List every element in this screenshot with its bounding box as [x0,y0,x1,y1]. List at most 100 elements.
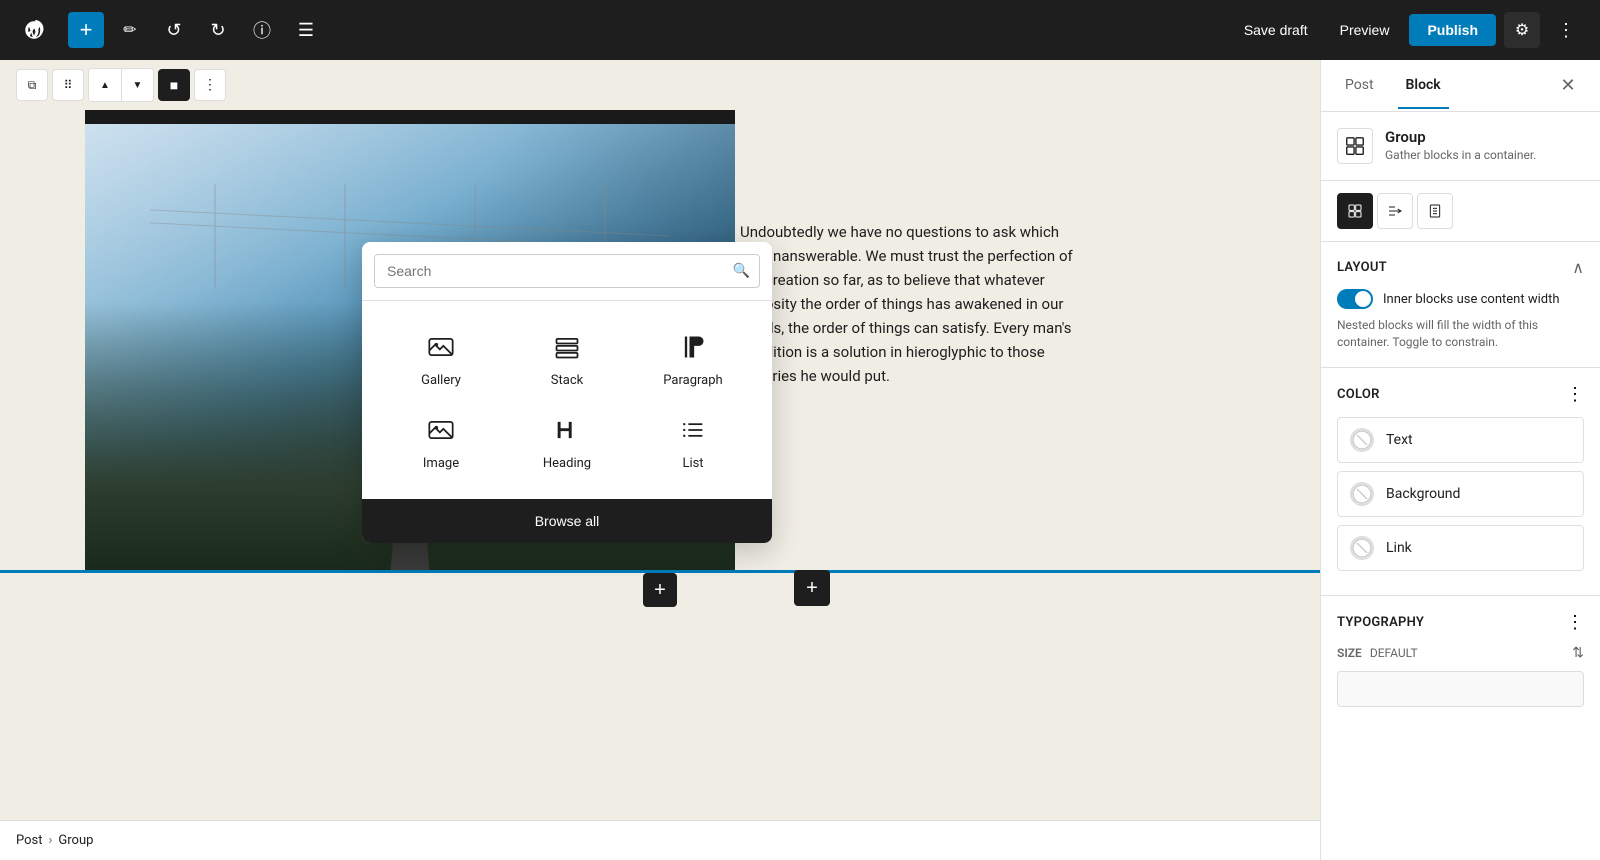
size-slider-icon[interactable]: ⇅ [1572,645,1584,661]
color-section-header: Color ⋮ [1337,384,1584,405]
color-section-title: Color [1337,387,1380,402]
panel-action-group-button[interactable] [1337,193,1373,229]
search-icon: 🔍 [733,263,750,279]
block-search-input[interactable] [374,254,760,288]
browse-all-button[interactable]: Browse all [362,499,772,543]
heading-icon [549,412,585,448]
image-icon [423,412,459,448]
inserter-item-gallery[interactable]: Gallery [378,317,504,400]
bg-swatch-icon [1352,484,1372,504]
publish-button[interactable]: Publish [1409,14,1496,46]
list-view-button[interactable]: ☰ [288,12,324,48]
inserter-item-list[interactable]: List [630,400,756,483]
block-toolbar: ⧉ ⠿ ▲ ▼ ■ ⋮ [0,60,1320,110]
layout-toggle-row: Inner blocks use content width [1337,289,1584,309]
panel-action-constrain-button[interactable] [1417,193,1453,229]
gallery-label: Gallery [421,373,461,388]
inserter-item-stack[interactable]: Stack [504,317,630,400]
panel-action-justify-button[interactable] [1377,193,1413,229]
layout-toggle-label: Inner blocks use content width [1383,292,1560,307]
redo-button[interactable]: ↻ [200,12,236,48]
list-label: List [682,456,703,471]
panel-block-name: Group [1385,128,1536,146]
panel-tabs: Post Block ✕ [1321,60,1600,112]
add-block-corner-button[interactable]: + [794,570,830,606]
main-toolbar: + ✏ ↺ ↻ ⓘ ☰ Save draft Preview Publish ⚙… [0,0,1600,60]
toolbar-right: Save draft Preview Publish ⚙ ⋮ [1232,12,1584,48]
size-label: SIZE [1337,646,1362,660]
typography-section-title: Typography [1337,615,1424,630]
inserter-item-image[interactable]: Image [378,400,504,483]
panel-block-desc: Gather blocks in a container. [1385,148,1536,162]
panel-close-button[interactable]: ✕ [1552,70,1584,102]
block-drag-handle[interactable]: ⠿ [52,69,84,101]
more-options-button[interactable]: ⋮ [1548,12,1584,48]
move-down-button[interactable]: ▼ [121,69,153,101]
move-up-button[interactable]: ▲ [89,69,121,101]
ellipsis-icon: ⋮ [1557,20,1575,41]
paragraph-icon [675,329,711,365]
list-view-icon: ☰ [298,20,314,41]
panel-block-actions [1321,181,1600,242]
gear-icon: ⚙ [1515,20,1529,40]
size-input-bar[interactable] [1337,671,1584,707]
right-panel: Post Block ✕ Group Gather blocks in a co… [1320,60,1600,860]
breadcrumb-group[interactable]: Group [58,833,93,848]
text-block: Undoubtedly we have no questions to ask … [740,220,1080,388]
layout-section-header[interactable]: Layout ∧ [1337,258,1584,277]
justify-action-icon [1387,203,1403,219]
preview-button[interactable]: Preview [1328,16,1402,44]
undo-button[interactable]: ↺ [156,12,192,48]
inserter-item-paragraph[interactable]: Paragraph [630,317,756,400]
inserter-search-area: 🔍 [362,242,772,301]
typography-header: Typography ⋮ [1337,612,1584,633]
group-action-icon [1347,203,1363,219]
link-swatch-icon [1352,538,1372,558]
block-group-button[interactable]: ⧉ [16,69,48,101]
editor-area[interactable]: ⧉ ⠿ ▲ ▼ ■ ⋮ [0,60,1320,860]
breadcrumb: Post › Group [0,820,1320,860]
typography-more-icon[interactable]: ⋮ [1566,612,1584,633]
color-option-background[interactable]: Background [1337,471,1584,517]
image-top-bar [85,110,735,124]
panel-block-icon [1337,128,1373,164]
tab-block[interactable]: Block [1398,63,1449,109]
color-section: Color ⋮ Text B [1321,368,1600,596]
plus-icon: + [80,17,93,43]
edit-mode-button[interactable]: ✏ [112,12,148,48]
size-value: DEFAULT [1370,646,1418,660]
block-more-button[interactable]: ⋮ [194,69,226,101]
background-color-label: Background [1386,486,1460,502]
constrain-action-icon [1427,203,1443,219]
typography-section: Typography ⋮ SIZE DEFAULT ⇅ [1321,596,1600,723]
layout-section: Layout ∧ Inner blocks use content width … [1321,242,1600,368]
save-draft-button[interactable]: Save draft [1232,16,1320,44]
color-more-icon[interactable]: ⋮ [1566,384,1584,405]
add-block-toolbar-button[interactable]: + [68,12,104,48]
wp-logo-icon [24,20,44,40]
block-inserter-popup: 🔍 Gallery [362,242,772,543]
link-color-swatch [1350,536,1374,560]
inner-blocks-toggle[interactable] [1337,289,1373,309]
text-color-swatch [1350,428,1374,452]
stack-icon [549,329,585,365]
breadcrumb-post[interactable]: Post [16,833,43,848]
info-button[interactable]: ⓘ [244,12,280,48]
add-block-inline-button[interactable]: + [643,573,677,607]
wp-logo-button[interactable] [16,12,52,48]
layout-toggle-desc: Nested blocks will fill the width of thi… [1337,317,1584,351]
paragraph-label: Paragraph [663,373,722,388]
color-option-link[interactable]: Link [1337,525,1584,571]
inserter-item-heading[interactable]: Heading [504,400,630,483]
breadcrumb-separator: › [49,833,53,848]
block-align-button[interactable]: ■ [158,69,190,101]
layout-chevron-icon: ∧ [1572,258,1584,277]
color-option-text[interactable]: Text [1337,417,1584,463]
settings-button[interactable]: ⚙ [1504,12,1540,48]
tab-post[interactable]: Post [1337,63,1382,109]
inserter-grid: Gallery Stack [362,301,772,499]
panel-block-info: Group Gather blocks in a container. [1385,128,1536,162]
redo-icon: ↻ [210,20,225,41]
info-icon: ⓘ [253,17,271,43]
typography-size-row: SIZE DEFAULT ⇅ [1337,645,1584,661]
